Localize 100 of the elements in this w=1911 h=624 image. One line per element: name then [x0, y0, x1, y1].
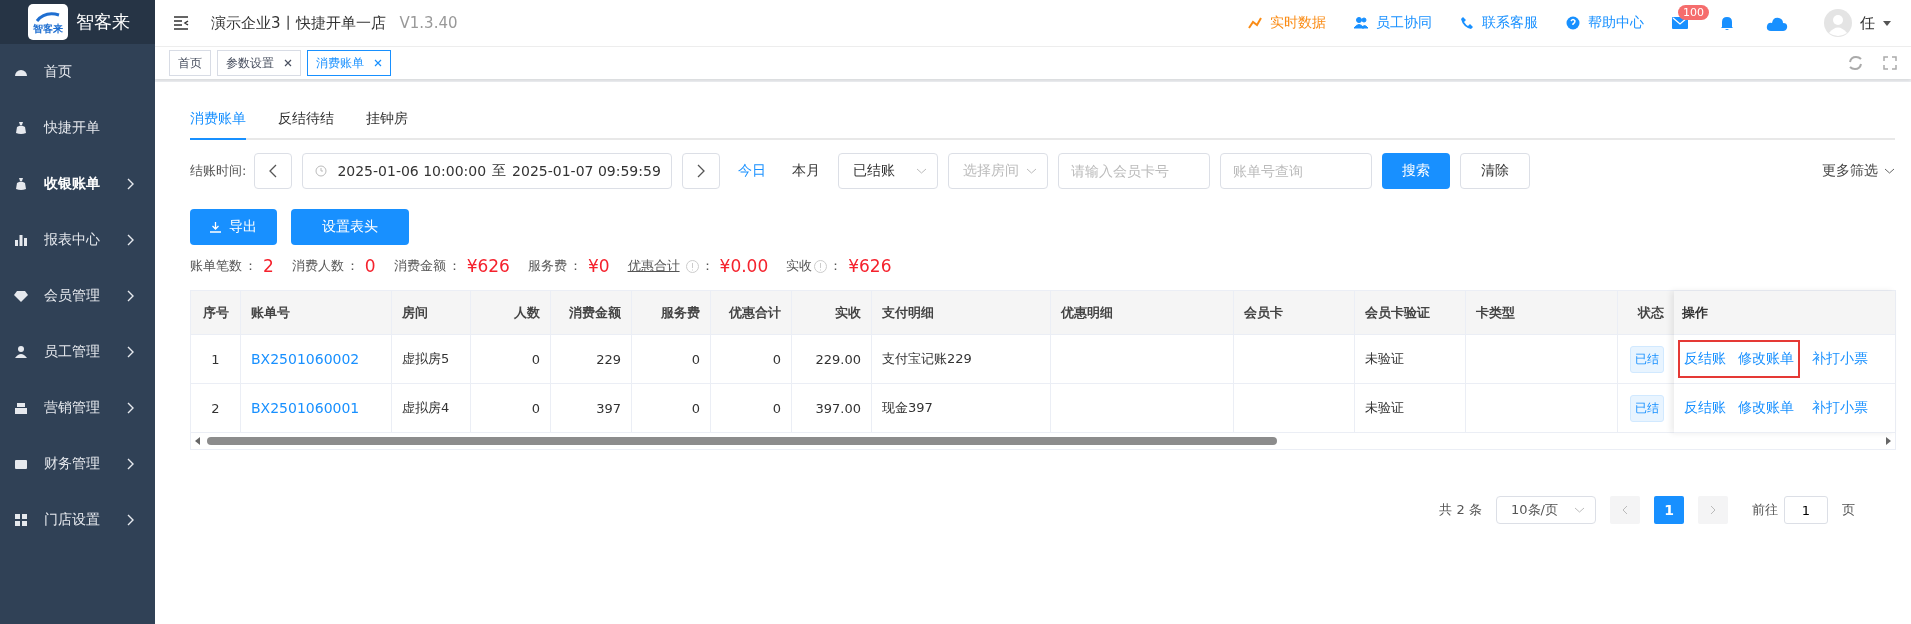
- money-bag-icon: [14, 177, 28, 191]
- fullscreen-icon[interactable]: [1883, 56, 1897, 70]
- company-title: 演示企业3丨快捷开单一店: [211, 13, 386, 33]
- date-range-field[interactable]: 2025-01-06 10:00:00 至 2025-01-07 09:59:59: [302, 153, 673, 189]
- chevron-right-icon: [126, 402, 134, 414]
- close-icon[interactable]: [284, 59, 292, 67]
- chevron-right-icon: [126, 178, 134, 190]
- chevron-down-icon: [1026, 168, 1038, 174]
- table-cell: 0: [531, 400, 540, 416]
- sidebar-item[interactable]: 门店设置: [0, 492, 155, 548]
- more-filters-button[interactable]: 更多筛选: [1822, 162, 1895, 180]
- column-header: 会员卡: [1234, 291, 1355, 334]
- stat-value: ¥626: [848, 256, 892, 276]
- column-header: 序号: [191, 291, 241, 334]
- select-field[interactable]: 已结账: [838, 153, 939, 189]
- table-cell: 现金397: [882, 399, 933, 417]
- phone-icon[interactable]: [1460, 16, 1474, 30]
- sidebar-item[interactable]: 首页: [0, 44, 155, 100]
- column-header: 支付明细: [872, 291, 1051, 334]
- stat-label: 消费人数: [291, 257, 344, 275]
- column-header: 服务费: [632, 291, 711, 334]
- sidebar-item[interactable]: 员工管理: [0, 324, 155, 380]
- table-cell: 虚拟房5: [402, 350, 450, 368]
- table-cell: 397.00: [815, 400, 861, 416]
- table-cell: 虚拟房4: [402, 399, 450, 417]
- menu-icon[interactable]: [173, 16, 189, 30]
- table-cell: 0: [691, 400, 700, 416]
- content-tab[interactable]: 挂钟房: [366, 110, 408, 140]
- stat-label: 消费金额: [393, 257, 446, 275]
- stat-label: 实收: [786, 257, 813, 275]
- caret-down-icon[interactable]: [1883, 20, 1891, 26]
- page-suffix: 页: [1842, 501, 1855, 519]
- column-header: 实收: [792, 291, 872, 334]
- column-header: 房间: [392, 291, 471, 334]
- stat-value: ¥626: [466, 256, 510, 276]
- page-tab[interactable]: 首页: [169, 50, 211, 76]
- register-icon: [14, 401, 28, 415]
- bell-icon[interactable]: [1720, 15, 1734, 31]
- colon-text: ：: [447, 257, 461, 275]
- scroll-right-icon[interactable]: [1885, 437, 1891, 445]
- sidebar-item[interactable]: 财务管理: [0, 436, 155, 492]
- table-cell: 0: [772, 351, 781, 367]
- table-cell: 未验证: [1365, 350, 1404, 368]
- notification-count-badge: 100: [1678, 5, 1709, 20]
- chevron-right-icon: [697, 164, 706, 178]
- page-input[interactable]: 1: [1784, 496, 1828, 524]
- help-icon[interactable]: [1566, 16, 1580, 30]
- page-size-select[interactable]: 10条/页: [1496, 496, 1596, 524]
- table-cell: 2: [211, 400, 220, 416]
- chevron-right-icon: [126, 514, 134, 526]
- clear-button[interactable]: 清除: [1460, 153, 1531, 189]
- stat-value: 0: [364, 256, 376, 276]
- column-header: 人数: [471, 291, 551, 334]
- column-header: 优惠合计: [711, 291, 792, 334]
- version-label: V1.3.40: [399, 14, 458, 32]
- colon-text: ：: [700, 257, 714, 275]
- line-chart-icon[interactable]: [1248, 16, 1262, 30]
- date-shortcut[interactable]: 本月: [784, 162, 829, 180]
- refresh-icon[interactable]: [1848, 56, 1863, 70]
- goto-label: 前往: [1752, 501, 1778, 519]
- colon-text: ：: [568, 257, 582, 275]
- column-header: 账单号: [241, 291, 392, 334]
- sidebar-item[interactable]: 会员管理: [0, 268, 155, 324]
- grid-icon: [14, 513, 28, 527]
- chevron-left-icon: [1622, 505, 1628, 515]
- column-header: 卡类型: [1466, 291, 1618, 334]
- input-field[interactable]: 账单号查询: [1220, 153, 1373, 189]
- chevron-down-icon: [1884, 168, 1895, 174]
- download-icon: [210, 221, 221, 233]
- table-cell: 397: [596, 400, 621, 416]
- page-tab[interactable]: 参数设置: [217, 50, 301, 76]
- end-date: 2025-01-07 09:59:59: [512, 163, 661, 179]
- next-button[interactable]: [682, 153, 721, 189]
- wallet-icon: [14, 457, 28, 471]
- table-cell: 0: [691, 351, 700, 367]
- people-icon[interactable]: [1354, 16, 1368, 30]
- table-cell: 0: [531, 351, 540, 367]
- user-name[interactable]: 任: [1860, 13, 1875, 33]
- select-placeholder: 选择房间: [963, 162, 1020, 180]
- status-tag: 已结: [1630, 394, 1664, 422]
- content-tab[interactable]: 反结待结: [278, 110, 334, 140]
- filter-label: 结账时间:: [190, 162, 247, 180]
- table-cell: 支付宝记账229: [882, 350, 972, 368]
- sidebar-item[interactable]: 报表中心: [0, 212, 155, 268]
- select-value: 已结账: [853, 162, 896, 180]
- table-cell: 1: [211, 351, 220, 367]
- stat-label: 服务费: [527, 257, 567, 275]
- cloud-icon[interactable]: [1766, 15, 1788, 31]
- stat-value: ¥0: [587, 256, 610, 276]
- mail-icon[interactable]: [1672, 17, 1688, 29]
- scroll-left-icon[interactable]: [195, 437, 201, 445]
- brand-name: 智客来: [76, 10, 130, 34]
- diamond-icon: [14, 289, 28, 303]
- sidebar-item[interactable]: 营销管理: [0, 380, 155, 436]
- previous-button[interactable]: [254, 153, 293, 189]
- total-count: 共 2 条: [1439, 501, 1482, 519]
- clock-icon: [315, 165, 328, 177]
- sidebar-item[interactable]: 快捷开单: [0, 100, 155, 156]
- sidebar-item[interactable]: 收银账单: [0, 156, 155, 212]
- input-field[interactable]: 请输入会员卡号: [1058, 153, 1211, 189]
